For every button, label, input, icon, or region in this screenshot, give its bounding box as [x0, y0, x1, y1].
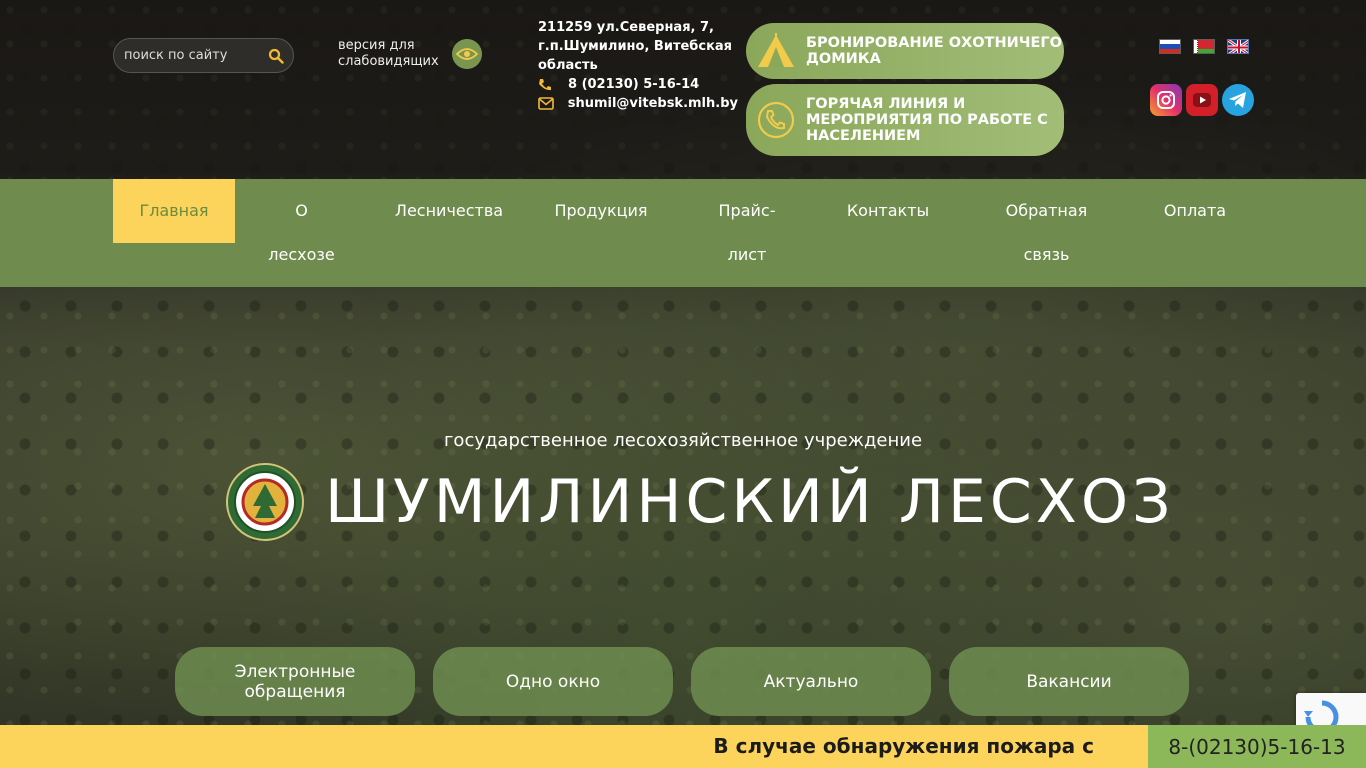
main-nav: Главная О лесхозе Лесничества Продукция … — [0, 179, 1366, 287]
search-input[interactable] — [124, 48, 264, 63]
fire-phone[interactable]: 8-(02130)5-16-13 — [1148, 725, 1366, 768]
instagram-icon[interactable] — [1150, 84, 1182, 116]
nav-item-home[interactable]: Главная — [113, 179, 235, 243]
booking-button[interactable]: БРОНИРОВАНИЕ ОХОТНИЧЕГО ДОМИКА — [746, 23, 1064, 79]
nav-item-products[interactable]: Продукция — [530, 179, 672, 243]
fire-notice-text: В случае обнаружения пожара с — [713, 734, 1094, 758]
nav-item-forestries[interactable]: Лесничества — [368, 179, 530, 243]
phone-icon — [538, 75, 568, 94]
telegram-icon[interactable] — [1222, 84, 1254, 116]
hotline-label: ГОРЯЧАЯ ЛИНИЯ И МЕРОПРИЯТИЯ ПО РАБОТЕ С … — [806, 96, 1048, 144]
nav-item-feedback[interactable]: Обратная связь — [954, 179, 1139, 264]
low-vision-link[interactable]: версия для слабовидящих — [338, 38, 482, 70]
quick-link-relevant[interactable]: Актуально — [691, 647, 931, 716]
language-switcher — [1159, 39, 1249, 54]
email-link[interactable]: shumil@vitebsk.mlh.by — [568, 94, 738, 113]
booking-label: БРОНИРОВАНИЕ ОХОТНИЧЕГО ДОМИКА — [806, 35, 1062, 67]
search-box[interactable] — [113, 38, 294, 73]
phone-ring-icon — [756, 100, 796, 140]
contacts-block: 211259 ул.Северная, 7, г.п.Шумилино, Вит… — [538, 18, 738, 113]
gb-flag-icon[interactable] — [1227, 39, 1249, 54]
forestry-emblem-icon — [226, 463, 304, 541]
quick-link-one-window[interactable]: Одно окно — [433, 647, 673, 716]
hero-title-block: ШУМИЛИНСКИЙ ЛЕСХОЗ — [225, 462, 1175, 542]
nav-item-payment[interactable]: Оплата — [1139, 179, 1251, 243]
envelope-icon — [538, 94, 568, 113]
nav-item-about[interactable]: О лесхозе — [235, 179, 368, 264]
search-icon[interactable] — [268, 48, 284, 64]
eye-icon[interactable] — [452, 39, 482, 69]
phone-text[interactable]: 8 (02130) 5-16-14 — [568, 75, 699, 94]
hotline-button[interactable]: ГОРЯЧАЯ ЛИНИЯ И МЕРОПРИЯТИЯ ПО РАБОТЕ С … — [746, 84, 1064, 156]
fire-notice-ticker: В случае обнаружения пожара с — [0, 725, 1148, 768]
quick-link-vacancies[interactable]: Вакансии — [949, 647, 1189, 716]
address-text: 211259 ул.Северная, 7, г.п.Шумилино, Вит… — [538, 20, 733, 73]
hero-subtitle: государственное лесохозяйственное учрежд… — [443, 430, 923, 451]
social-links — [1150, 84, 1254, 116]
low-vision-label: версия для слабовидящих — [338, 38, 439, 69]
tent-icon — [756, 31, 796, 71]
by-flag-icon[interactable] — [1193, 39, 1215, 54]
youtube-icon[interactable] — [1186, 84, 1218, 116]
nav-item-contacts[interactable]: Контакты — [822, 179, 954, 243]
hero-title: ШУМИЛИНСКИЙ ЛЕСХОЗ — [325, 467, 1175, 537]
ru-flag-icon[interactable] — [1159, 39, 1181, 54]
quick-link-e-appeals[interactable]: Электронные обращения — [175, 647, 415, 716]
nav-item-price-list[interactable]: Прайс-лист — [672, 179, 822, 264]
